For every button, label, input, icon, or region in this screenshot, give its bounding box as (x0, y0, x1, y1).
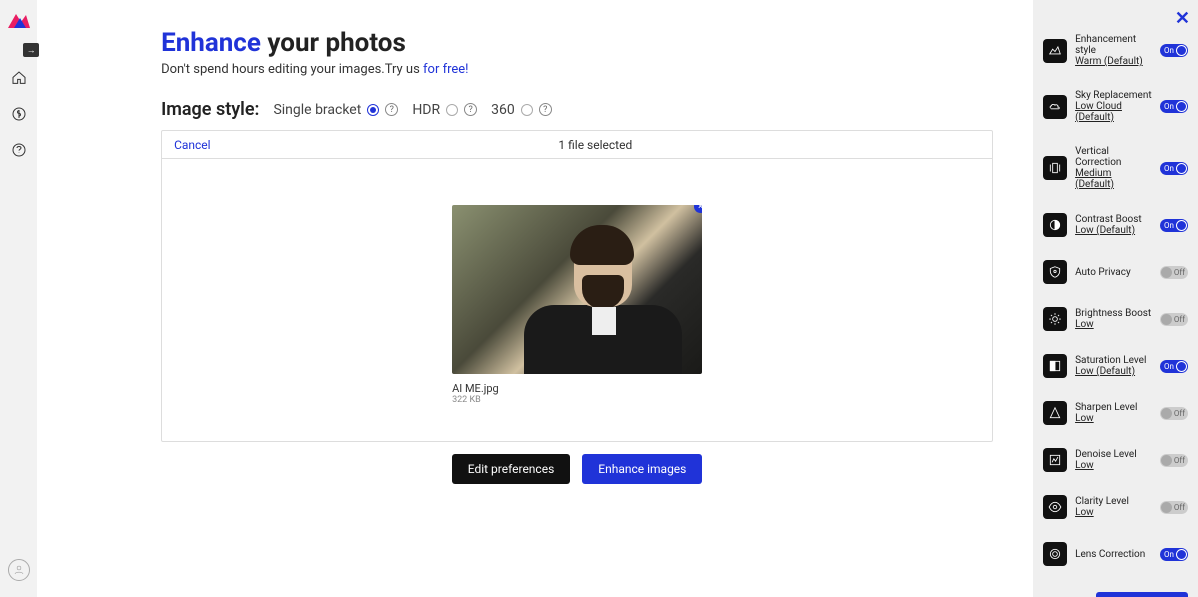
setting-title: Clarity Level (1075, 496, 1152, 507)
setting-title: Vertical Correction (1075, 146, 1152, 168)
setting-toggle[interactable]: Off (1160, 313, 1188, 326)
setting-value-link[interactable]: Warm (Default) (1075, 56, 1152, 67)
setting-title: Contrast Boost (1075, 214, 1152, 225)
style-option-360[interactable]: 360 ? (491, 102, 552, 118)
setting-value-link[interactable]: Low (1075, 507, 1152, 518)
avatar-button[interactable] (8, 559, 30, 581)
setting-row: Brightness BoostLow Off (1043, 307, 1188, 331)
image-style-label: Image style: (161, 99, 259, 120)
setting-toggle[interactable]: On (1160, 44, 1188, 57)
setting-title: Brightness Boost (1075, 308, 1152, 319)
thumbnail-image: × (452, 205, 702, 374)
setting-row: Auto Privacy Off (1043, 260, 1188, 284)
setting-row: Clarity LevelLow Off (1043, 495, 1188, 519)
radio-360[interactable] (521, 104, 533, 116)
file-name: AI ME.jpg (452, 382, 702, 395)
help-icon[interactable]: ? (385, 103, 398, 116)
logo-icon (6, 12, 32, 30)
file-count: 1 file selected (211, 138, 980, 152)
setting-toggle[interactable]: On (1160, 162, 1188, 175)
setting-toggle[interactable]: Off (1160, 454, 1188, 467)
page-title: Enhance your photos (161, 28, 993, 58)
contrast-icon (1043, 213, 1067, 237)
panel-enhance-button[interactable]: Enhance images (1096, 592, 1188, 597)
main-content: Enhance your photos Don't spend hours ed… (37, 0, 1033, 597)
remove-file-button[interactable]: × (694, 205, 702, 213)
setting-row: Saturation LevelLow (Default) On (1043, 354, 1188, 378)
image-style-row: Image style: Single bracket ? HDR ? 360 … (161, 99, 993, 120)
style-option-single[interactable]: Single bracket ? (273, 102, 398, 118)
setting-value-link[interactable]: Low (1075, 460, 1152, 471)
setting-toggle[interactable]: On (1160, 360, 1188, 373)
setting-toggle[interactable]: Off (1160, 501, 1188, 514)
setting-row: Sharpen LevelLow Off (1043, 401, 1188, 425)
setting-toggle[interactable]: On (1160, 219, 1188, 232)
setting-toggle[interactable]: Off (1160, 407, 1188, 420)
pricing-icon[interactable] (11, 106, 27, 122)
enhance-images-button[interactable]: Enhance images (582, 454, 702, 484)
setting-toggle[interactable]: On (1160, 548, 1188, 561)
radio-single[interactable] (367, 104, 379, 116)
setting-toggle[interactable]: Off (1160, 266, 1188, 279)
setting-toggle[interactable]: On (1160, 100, 1188, 113)
setting-row: Vertical CorrectionMedium (Default) On (1043, 146, 1188, 190)
setting-row: Sky ReplacementLow Cloud (Default) On (1043, 90, 1188, 123)
close-panel-button[interactable]: ✕ (1175, 8, 1190, 29)
setting-row: Contrast BoostLow (Default) On (1043, 213, 1188, 237)
privacy-icon (1043, 260, 1067, 284)
sky-icon (1043, 95, 1067, 119)
help-icon[interactable] (11, 142, 27, 158)
lens-icon (1043, 542, 1067, 566)
brightness-icon (1043, 307, 1067, 331)
setting-value-link[interactable]: Low Cloud (Default) (1075, 101, 1152, 123)
home-icon[interactable] (11, 70, 27, 86)
denoise-icon (1043, 448, 1067, 472)
left-nav: → (0, 0, 37, 597)
setting-row: Denoise LevelLow Off (1043, 448, 1188, 472)
setting-value-link[interactable]: Low (1075, 319, 1152, 330)
style-option-hdr[interactable]: HDR ? (412, 102, 477, 118)
setting-title: Auto Privacy (1075, 267, 1152, 278)
help-icon[interactable]: ? (539, 103, 552, 116)
radio-hdr[interactable] (446, 104, 458, 116)
try-free-link[interactable]: for free! (423, 62, 469, 77)
file-thumbnail: × AI ME.jpg 322 KB (452, 205, 702, 405)
setting-value-link[interactable]: Medium (Default) (1075, 168, 1152, 190)
setting-title: Saturation Level (1075, 355, 1152, 366)
settings-panel: ✕ Enhancement styleWarm (Default)OnSky R… (1033, 0, 1198, 597)
setting-row: Lens Correction On (1043, 542, 1188, 566)
setting-value-link[interactable]: Low (Default) (1075, 225, 1152, 236)
sharpen-icon (1043, 401, 1067, 425)
setting-value-link[interactable]: Low (Default) (1075, 366, 1152, 377)
setting-title: Enhancement style (1075, 34, 1152, 56)
setting-title: Lens Correction (1075, 549, 1152, 560)
setting-title: Denoise Level (1075, 449, 1152, 460)
page-subtitle: Don't spend hours editing your images.Tr… (161, 62, 993, 77)
file-dropzone: Cancel 1 file selected × AI ME.jpg 322 K… (161, 130, 993, 442)
help-icon[interactable]: ? (464, 103, 477, 116)
setting-value-link[interactable]: Low (1075, 413, 1152, 424)
saturation-icon (1043, 354, 1067, 378)
setting-title: Sharpen Level (1075, 402, 1152, 413)
file-size: 322 KB (452, 395, 702, 405)
setting-title: Sky Replacement (1075, 90, 1152, 101)
cancel-link[interactable]: Cancel (174, 138, 211, 152)
edit-preferences-button[interactable]: Edit preferences (452, 454, 571, 484)
setting-row: Enhancement styleWarm (Default) On (1043, 34, 1188, 67)
clarity-icon (1043, 495, 1067, 519)
vertical-icon (1043, 156, 1067, 180)
enhancement-icon (1043, 39, 1067, 63)
